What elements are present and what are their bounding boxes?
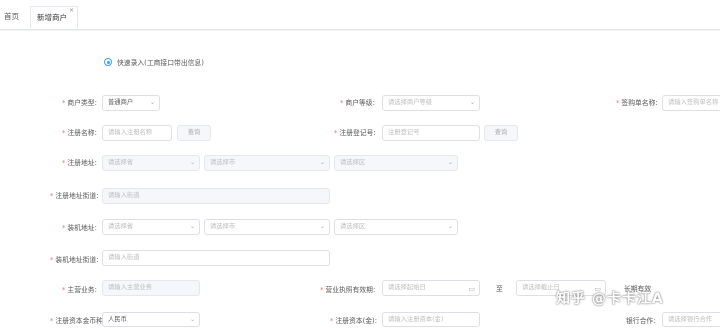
close-icon[interactable]: ✕ [69,6,74,16]
install-city-select[interactable]: 请选择市 ⌄ [204,219,330,235]
chevron-down-icon: ⌄ [319,159,325,166]
reg-name-input[interactable]: 请输入注册名称 [102,125,172,141]
reg-name-query-button[interactable]: 查询 [177,125,211,141]
license-valid-label: * 营业执照有效期: [320,286,376,294]
install-district-select[interactable]: 请选择区 ⌄ [334,219,458,235]
chevron-down-icon: ⌄ [189,316,195,323]
bank-label: 银行合作: [626,317,656,325]
main-business-input[interactable]: 请输入主营业务 [102,280,200,296]
chevron-down-icon: ⌄ [447,223,453,230]
reg-district-select[interactable]: 请选择区 ⌄ [334,155,458,171]
chevron-down-icon: ⌄ [469,99,475,106]
tab-new-merchant[interactable]: 新增商户 ✕ [30,6,78,28]
merchant-type-select[interactable]: 普通商户 ⌄ [102,95,160,111]
reg-no-input[interactable]: 注册登记号 [382,125,480,141]
calendar-icon: ▭ [468,285,475,293]
reg-street-input[interactable]: 请输入街道 [102,188,330,204]
currency-label: * 注册资本金币种: [50,317,106,325]
license-start-date[interactable]: 请选择起始日 ▭ [382,280,480,296]
reg-province-select[interactable]: 请选择省 ⌄ [102,155,200,171]
bank-select[interactable]: 请选择银行合作 [662,312,720,327]
reg-street-label: * 注册地址街道: [50,192,99,200]
chevron-down-icon: ⌄ [447,159,453,166]
tab-home[interactable]: 首页 [4,6,19,28]
quick-entry-radio[interactable]: 快速录入(工商接口带出信息) [104,57,204,67]
radio-checked-icon[interactable] [104,58,112,66]
watermark: 知乎 @卡卡江A [556,291,664,307]
reg-addr-label: * 注册地址: [62,159,97,167]
tab-new-merchant-label: 新增商户 [37,13,67,22]
reg-city-select[interactable]: 请选择市 ⌄ [204,155,330,171]
merchant-level-label: * 商户等级: [340,99,375,107]
install-addr-label: * 装机地址: [62,224,97,232]
reg-no-query-button[interactable]: 查询 [484,125,518,141]
reg-name-label: * 注册名称: [62,129,97,137]
quick-entry-label: 快速录入(工商接口带出信息) [117,59,204,67]
install-street-input[interactable]: 请输入街道 [102,250,330,266]
sign-name-input[interactable]: 请输入签购单名称 [662,95,720,111]
chevron-down-icon: ⌄ [319,223,325,230]
reg-no-label: * 注册登记号: [334,129,376,137]
date-separator: 至 [496,285,503,293]
main-business-label: * 主营业务: [62,286,97,294]
chevron-down-icon: ⌄ [189,159,195,166]
merchant-type-label: * 商户类型: [62,99,97,107]
install-province-select[interactable]: 请选择省 ⌄ [102,219,200,235]
merchant-level-select[interactable]: 请选择商户等级 ⌄ [382,95,480,111]
chevron-down-icon: ⌄ [149,99,155,106]
tab-bar: 首页 新增商户 ✕ [0,0,720,30]
chevron-down-icon: ⌄ [189,223,195,230]
capital-input[interactable]: 请输入注册资本(金) [382,312,480,327]
install-street-label: * 装机地址街道: [50,256,99,264]
capital-label: * 注册资本(金): [330,317,377,325]
sign-name-label: * 签购单名称: [616,99,658,107]
currency-select[interactable]: 人民币 ⌄ [102,312,200,327]
